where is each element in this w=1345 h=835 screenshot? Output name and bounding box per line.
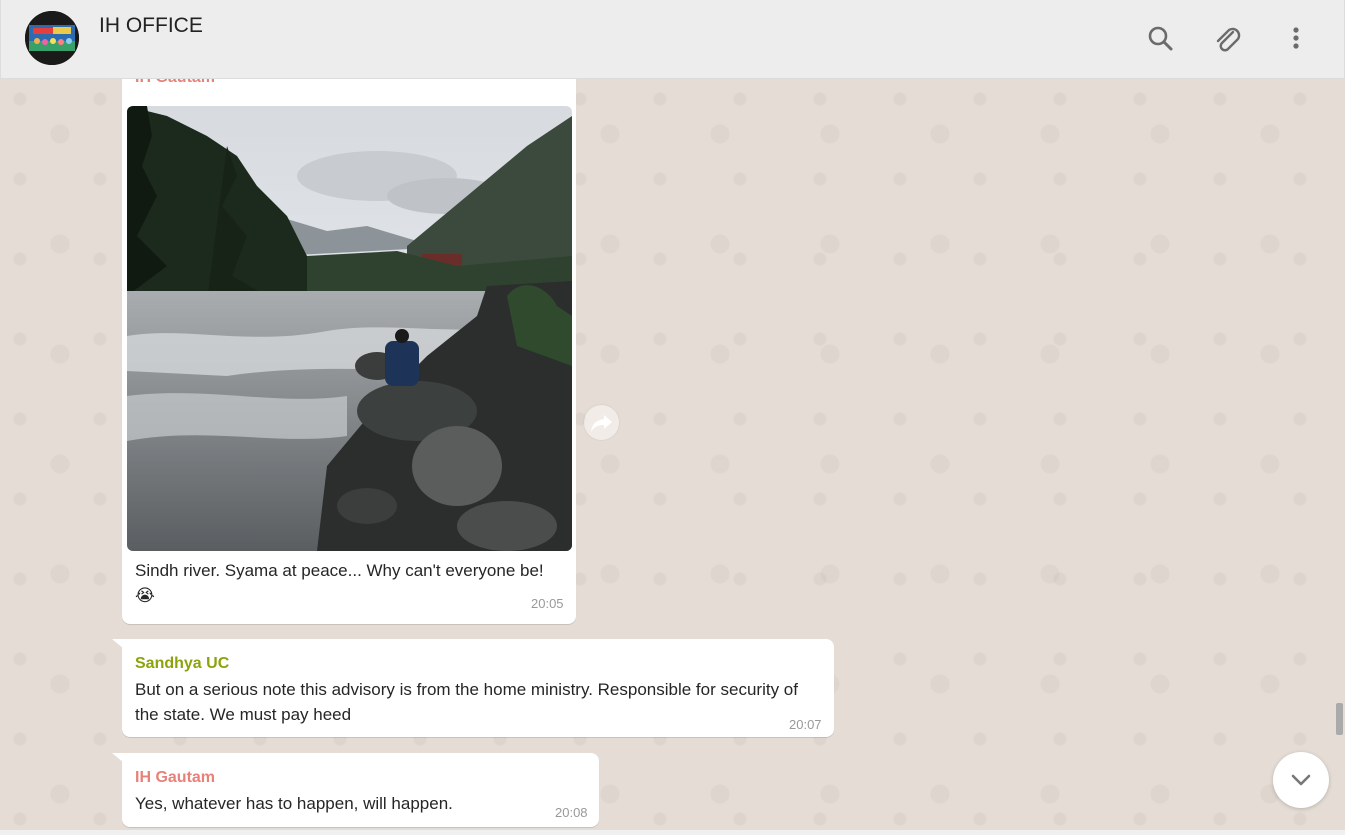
message-sender: IH Gautam — [135, 769, 216, 786]
message-sender: Sandhya UC — [135, 655, 230, 672]
message-text: Sindh river. Syama at peace... Why can't… — [135, 561, 544, 605]
chat-area[interactable]: IH Gautam — [0, 79, 1345, 830]
message-sender: IH Gautam — [135, 79, 215, 87]
chevron-down-icon — [1291, 774, 1311, 786]
chat-title[interactable]: IH OFFICE — [99, 14, 203, 38]
scroll-down-button[interactable] — [1273, 752, 1329, 808]
chat-header: IH OFFICE — [0, 0, 1345, 79]
paperclip-icon[interactable] — [1213, 24, 1243, 54]
menu-icon[interactable] — [1281, 24, 1311, 54]
message-bubble-text[interactable]: IH Gautam Yes, whatever has to happen, w… — [122, 753, 599, 827]
search-icon[interactable] — [1146, 24, 1176, 54]
message-text: But on a serious note this advisory is f… — [135, 680, 798, 724]
scrollbar-thumb[interactable] — [1336, 703, 1343, 735]
message-text: Yes, whatever has to happen, will happen… — [135, 794, 453, 813]
group-avatar[interactable] — [25, 11, 79, 65]
message-time: 20:05 — [531, 596, 564, 611]
forward-icon[interactable] — [584, 405, 619, 440]
message-image[interactable] — [127, 106, 572, 551]
message-bubble-image[interactable]: IH Gautam — [122, 79, 576, 624]
message-time: 20:07 — [789, 717, 822, 732]
message-time: 20:08 — [555, 805, 588, 820]
bottom-bar — [0, 830, 1345, 835]
message-bubble-text[interactable]: Sandhya UC But on a serious note this ad… — [122, 639, 834, 737]
